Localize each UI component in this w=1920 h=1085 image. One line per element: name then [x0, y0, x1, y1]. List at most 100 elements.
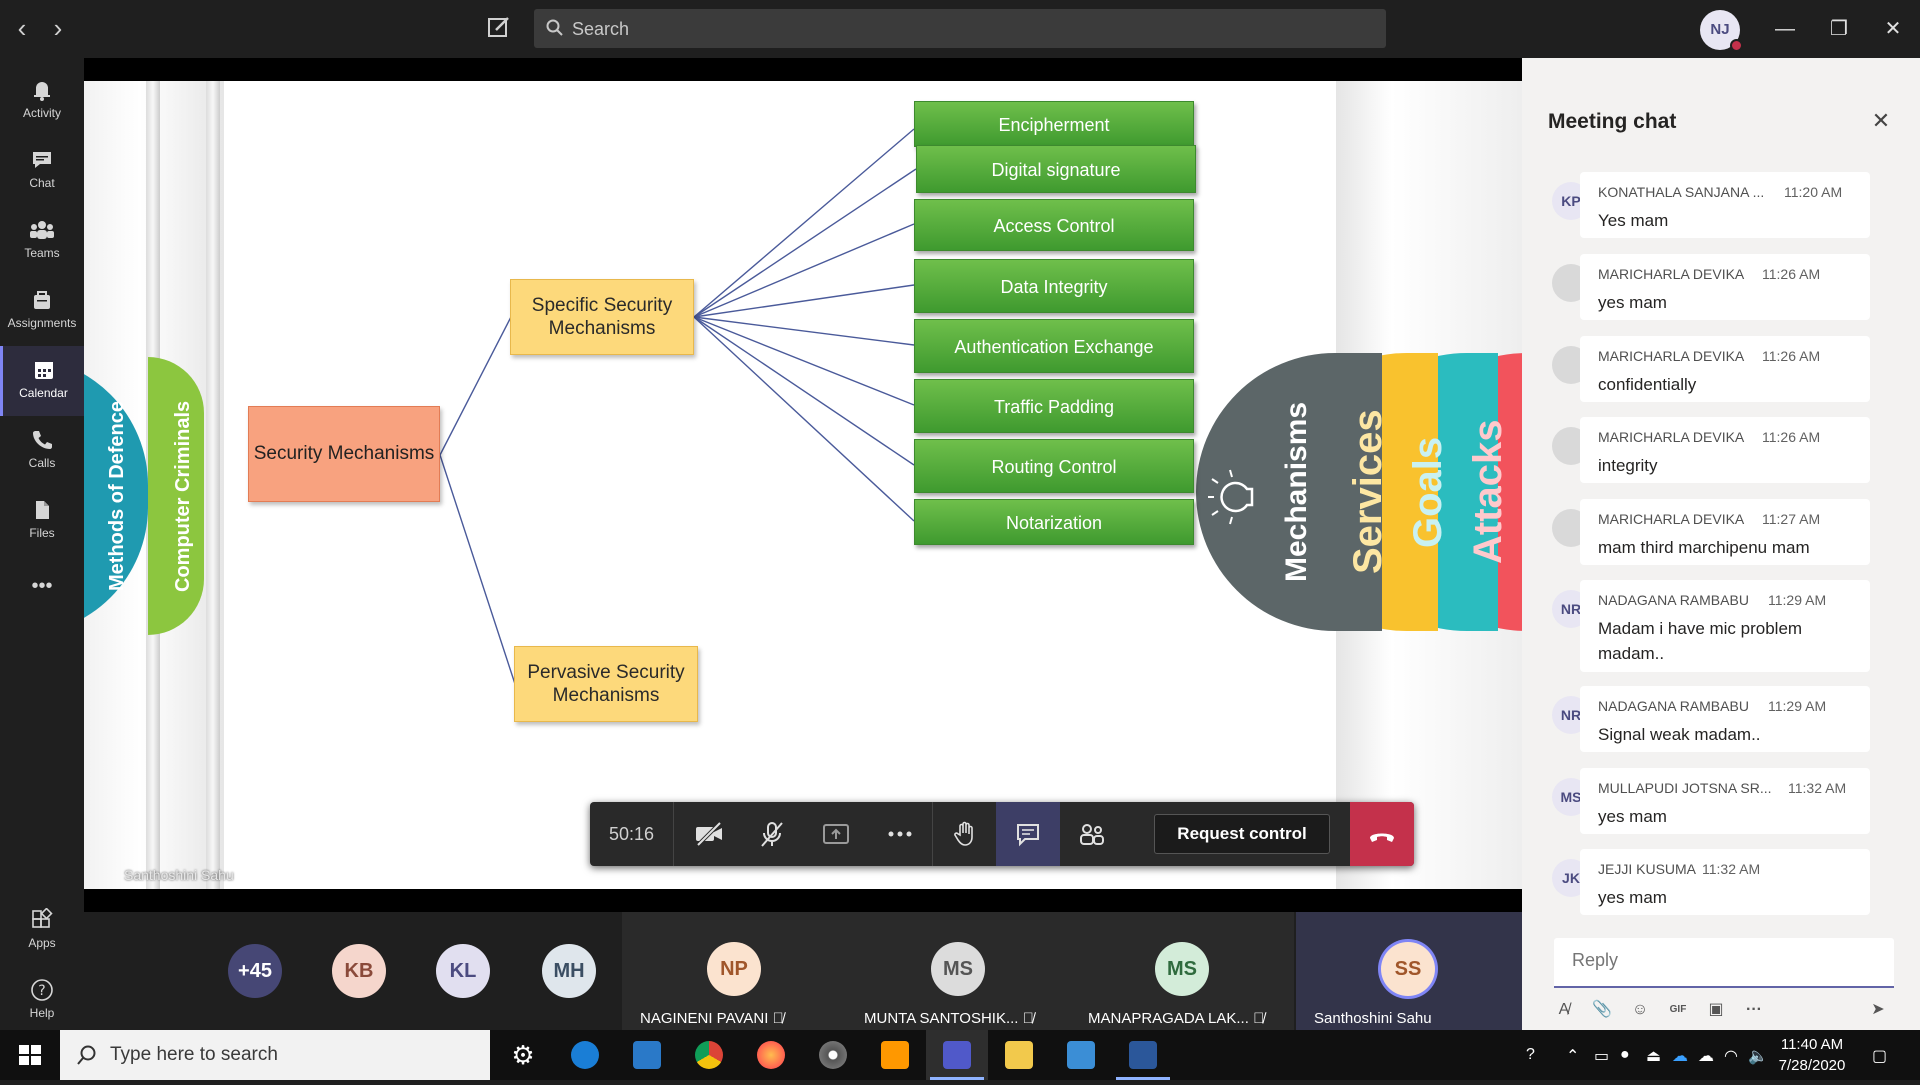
assignments-icon — [34, 291, 50, 309]
settings-app-icon[interactable]: ⚙ — [492, 1030, 554, 1080]
participants-button[interactable] — [1060, 802, 1124, 866]
chrome-app-icon[interactable] — [678, 1030, 740, 1080]
search-bar[interactable]: Search — [534, 9, 1386, 48]
chat-message: KONATHALA SANJANA ... 11:20 AM Yes mam — [1580, 172, 1870, 238]
sticker-icon[interactable]: ▣ — [1702, 996, 1730, 1024]
hang-up-button[interactable] — [1350, 802, 1414, 866]
back-arrow-icon[interactable]: ‹ — [10, 14, 34, 44]
edge-app-icon[interactable] — [554, 1030, 616, 1080]
camera-off-button[interactable] — [676, 802, 740, 866]
help-tray-icon[interactable]: ? — [1526, 1046, 1535, 1064]
presence-busy-icon — [1730, 39, 1743, 52]
rail-calendar[interactable]: Calendar — [0, 346, 84, 416]
call-controls: 50:16 Request control — [590, 802, 1414, 866]
microphone-icon[interactable]: ● — [1620, 1046, 1630, 1064]
more-options-icon[interactable]: ··· — [1740, 996, 1768, 1024]
close-icon[interactable]: ✕ — [1866, 108, 1896, 138]
taskbar-clock[interactable]: 11:40 AM 7/28/2020 — [1762, 1034, 1862, 1076]
participant-avatar: MS — [931, 942, 985, 996]
muted-mic-icon: 🎙̸ — [1253, 1010, 1265, 1027]
taskbar-search-placeholder: Type here to search — [110, 1044, 278, 1065]
notifications-icon[interactable]: ▢ — [1872, 1046, 1887, 1066]
message-time: 11:27 AM — [1762, 511, 1821, 527]
raise-hand-icon — [954, 821, 973, 846]
participant-tile[interactable]: MS MUNTA SANTOSHIK... 🎙̸ — [846, 912, 1070, 1030]
battery-icon[interactable]: ▭ — [1594, 1046, 1609, 1066]
chat-avatar-initials: NR — [1560, 707, 1582, 723]
windows-start-icon[interactable] — [0, 1030, 60, 1080]
forward-arrow-icon[interactable]: › — [46, 14, 70, 44]
reply-input[interactable] — [1572, 950, 1872, 971]
participant-tile[interactable]: NP NAGINENI PAVANI 🎙̸ — [622, 912, 846, 1030]
format-icon[interactable]: A̸ — [1550, 996, 1578, 1024]
leaf-node: Traffic Padding — [914, 379, 1194, 433]
rail-label: Activity — [22, 106, 61, 120]
participant-tile[interactable]: MS MANAPRAGADA LAK... 🎙̸ — [1070, 912, 1294, 1030]
minimize-icon[interactable]: — — [1768, 12, 1802, 46]
leaf-node: Data Integrity — [914, 259, 1194, 313]
muted-mic-icon: 🎙̸ — [1022, 1010, 1034, 1027]
word-app-icon[interactable] — [1112, 1030, 1174, 1080]
more-actions-button[interactable] — [868, 802, 932, 866]
specific-mechanisms-node: Specific Security Mechanisms — [510, 279, 694, 355]
calendar-icon — [34, 362, 53, 379]
gif-icon[interactable]: GIF — [1664, 996, 1692, 1024]
show-hidden-icons-icon[interactable]: ⌃ — [1566, 1046, 1579, 1066]
overflow-participants-count[interactable]: +45 — [228, 944, 282, 998]
request-control-button[interactable]: Request control — [1154, 814, 1330, 854]
bell-icon — [34, 82, 50, 101]
compose-icon[interactable] — [486, 14, 514, 42]
send-icon[interactable]: ➤ — [1864, 996, 1892, 1024]
rail-apps[interactable]: Apps — [0, 896, 84, 966]
mic-off-icon — [761, 822, 783, 847]
shared-screen-slide: Methods of Defence Computer Criminals Me… — [84, 81, 1522, 889]
photos-app-icon[interactable] — [1050, 1030, 1112, 1080]
chat-toggle-button[interactable] — [996, 802, 1060, 866]
onedrive-icon[interactable]: ☁ — [1672, 1046, 1688, 1066]
rail-teams[interactable]: Teams — [0, 206, 84, 276]
participant-avatar: NP — [707, 942, 761, 996]
mute-button[interactable] — [740, 802, 804, 866]
cloud-icon[interactable]: ☁ — [1698, 1046, 1714, 1066]
muted-mic-icon: 🎙̸ — [772, 1010, 784, 1027]
wifi-icon[interactable]: ◠ — [1724, 1046, 1738, 1066]
more-apps-icon[interactable]: ••• — [0, 566, 84, 636]
chat-avatar-initials: KP — [1561, 193, 1581, 209]
network-app-icon[interactable] — [616, 1030, 678, 1080]
rail-label: Assignments — [7, 316, 77, 330]
usb-icon[interactable]: ⏏ — [1646, 1046, 1661, 1066]
firefox-app-icon[interactable] — [740, 1030, 802, 1080]
raise-hand-button[interactable] — [932, 802, 996, 866]
teams-app-icon[interactable] — [926, 1030, 988, 1080]
ellipsis-icon — [888, 831, 912, 837]
message-text: Signal weak madam.. — [1598, 725, 1761, 744]
participant-avatar[interactable]: KL — [436, 944, 490, 998]
leaf-node: Encipherment — [914, 101, 1194, 147]
search-icon — [77, 1045, 96, 1065]
sublime-app-icon[interactable] — [864, 1030, 926, 1080]
rail-files[interactable]: Files — [0, 486, 84, 556]
message-text: mam third marchipenu mam — [1598, 538, 1810, 557]
close-window-icon[interactable]: ✕ — [1876, 12, 1910, 46]
participant-avatar: SS — [1381, 942, 1435, 996]
rail-chat[interactable]: Chat — [0, 136, 84, 206]
attach-icon[interactable]: 📎 — [1588, 996, 1616, 1024]
rail-activity[interactable]: Activity — [0, 66, 84, 136]
share-button[interactable] — [804, 802, 868, 866]
restore-icon[interactable]: ❐ — [1822, 12, 1856, 46]
taskbar-search[interactable]: Type here to search — [60, 1030, 490, 1080]
participant-avatar[interactable]: KB — [332, 944, 386, 998]
message-author: MARICHARLA DEVIKA — [1598, 429, 1745, 445]
rail-calls[interactable]: Calls — [0, 416, 84, 486]
participant-avatar[interactable]: MH — [542, 944, 596, 998]
user-initials: NJ — [1710, 21, 1730, 38]
rail-help[interactable]: ? Help — [0, 966, 84, 1036]
reply-box[interactable] — [1554, 938, 1894, 988]
media-player-app-icon[interactable] — [802, 1030, 864, 1080]
rail-assignments[interactable]: Assignments — [0, 276, 84, 346]
pervasive-mechanisms-node: Pervasive Security Mechanisms — [514, 646, 698, 722]
file-explorer-app-icon[interactable] — [988, 1030, 1050, 1080]
participant-tile-active[interactable]: SS Santhoshini Sahu — [1296, 912, 1522, 1030]
user-avatar[interactable]: NJ — [1700, 10, 1743, 52]
emoji-icon[interactable]: ☺ — [1626, 996, 1654, 1024]
